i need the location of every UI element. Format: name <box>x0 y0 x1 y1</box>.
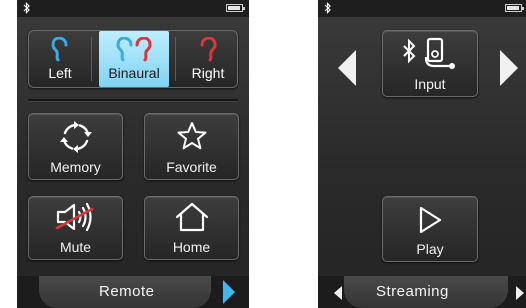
ear-binaural-label: Binaural <box>108 65 160 81</box>
memory-button[interactable]: Memory <box>28 113 123 180</box>
refresh-icon <box>59 121 92 153</box>
bluetooth-icon <box>23 2 31 17</box>
mute-label: Mute <box>59 239 92 255</box>
ear-binaural-button[interactable]: Binaural <box>99 31 169 87</box>
mute-button[interactable]: Mute <box>28 196 123 260</box>
ear-right-button[interactable]: Right <box>177 31 239 87</box>
favorite-button[interactable]: Favorite <box>144 113 239 180</box>
tab-bar: Streaming <box>318 276 526 308</box>
status-bar <box>17 0 249 17</box>
arrow-left-icon[interactable] <box>338 50 356 86</box>
battery-icon <box>505 4 524 12</box>
ear-icon <box>51 37 68 62</box>
input-label: Input <box>414 76 446 92</box>
star-icon <box>177 122 206 150</box>
status-bar <box>318 0 526 17</box>
favorite-label: Favorite <box>166 159 217 175</box>
home-label: Home <box>172 239 211 255</box>
remote-screen: Left Binaural Right Memory Favorite Mute… <box>17 0 249 308</box>
tab-title: Streaming <box>376 283 449 300</box>
divider <box>91 37 92 81</box>
ear-left-label: Left <box>48 65 72 81</box>
ear-icon <box>116 37 152 62</box>
ear-right-label: Right <box>191 65 225 81</box>
streaming-screen: Input Play Streaming <box>318 0 526 308</box>
arrow-left-icon[interactable] <box>334 286 342 300</box>
battery-icon <box>226 4 245 12</box>
bluetooth-icon <box>324 2 332 17</box>
arrow-right-icon[interactable] <box>500 50 518 86</box>
arrow-right-icon[interactable] <box>223 280 235 304</box>
arrow-right-icon[interactable] <box>516 286 524 300</box>
input-button[interactable]: Input <box>382 30 478 97</box>
tab-bar: Remote <box>17 276 249 308</box>
divider <box>175 37 176 81</box>
music-player-icon <box>403 37 455 69</box>
ear-selector: Left Binaural Right <box>28 30 238 88</box>
memory-label: Memory <box>50 159 101 175</box>
home-button[interactable]: Home <box>144 196 239 260</box>
ear-left-button[interactable]: Left <box>29 31 91 87</box>
home-icon <box>175 202 208 232</box>
tab-title: Remote <box>99 283 155 300</box>
section-divider <box>28 99 238 102</box>
play-icon <box>419 206 442 234</box>
play-label: Play <box>416 241 444 257</box>
ear-icon <box>200 37 217 62</box>
play-button[interactable]: Play <box>382 196 478 262</box>
speaker-mute-icon <box>55 202 93 232</box>
